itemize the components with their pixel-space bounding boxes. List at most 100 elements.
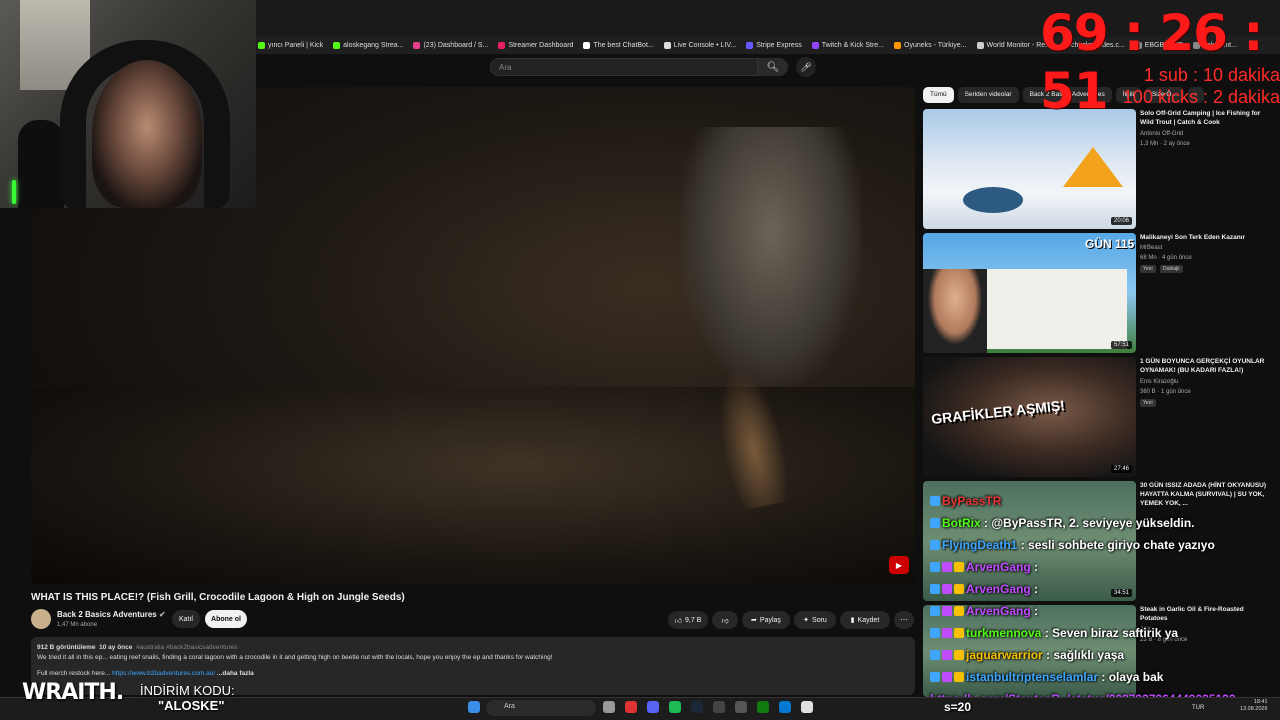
chat-badge-icon [954,672,964,682]
bookmark-item[interactable]: Live Console • LIV... [663,41,736,49]
channel-avatar[interactable] [31,609,51,629]
webcam-face [92,60,202,208]
recommended-title[interactable]: Malikaneyi Son Terk Eden Kazanır [1140,233,1270,242]
video-title: WHAT IS THIS PLACE!? (Fish Grill, Crocod… [31,592,405,603]
channel-name[interactable]: Back 2 Basics Adventures ✔ [57,610,166,619]
app-icon[interactable] [713,701,725,713]
chat-message: jaguarwarrior : sağlıklı yaşa [930,644,1280,666]
app-icon[interactable] [735,701,747,713]
chat-badge-icon [942,650,952,660]
new-badge: Yeni [1140,265,1156,273]
ask-button[interactable]: ✦ Soru [794,611,836,629]
windows-start-icon[interactable] [468,701,480,713]
search-icon: 🔍︎ [766,61,780,73]
bookmark-label: Twitch & Kick Stre... [821,41,885,49]
clock-time: 18:41 [1253,699,1268,705]
video-thumbnail[interactable]: 20:06 [923,109,1136,229]
chrome-icon[interactable] [801,701,813,713]
chat-text: : Seven biraz saftirik ya [1044,626,1179,640]
timer-rule-kicks: 100 kicks : 2 dakika [1122,87,1280,107]
bookmark-favicon-icon [258,41,265,49]
like-button[interactable]: 👍︎ 9,7 B [668,611,708,629]
subscriber-count: 1,47 Mn abone [57,622,98,628]
opera-icon[interactable] [625,701,637,713]
join-button[interactable]: Katıl [172,610,200,628]
recommended-channel[interactable]: MrBeast [1140,245,1162,251]
chat-badge-icon [930,628,940,638]
merch-link[interactable]: https://www.b2badventures.com.au/ [112,670,215,677]
webcam-led [12,180,16,204]
chat-badge-icon [930,496,940,506]
thumbnail-person [923,269,987,353]
chat-username[interactable]: ArvenGang [966,560,1031,574]
dislike-button[interactable]: 👎︎ [712,611,738,629]
chat-username[interactable]: turkmennova [966,626,1041,640]
thumbs-down-icon: 👎︎ [721,617,729,625]
description-text: We tried it all in this ep... eating ree… [37,654,553,661]
chat-badge-icon [942,584,952,594]
language-indicator[interactable]: TUR [1192,705,1204,711]
chat-badge-icon [930,518,940,528]
subscribe-button[interactable]: Abone ol [205,610,247,628]
chat-text: : [1034,604,1039,618]
save-button[interactable]: ▮ Kaydet [840,611,890,629]
chat-username[interactable]: ArvenGang [966,582,1031,596]
channel-watermark-icon[interactable]: ▶ [889,556,909,574]
spotify-icon[interactable] [669,701,681,713]
promo-code-overlay: İNDİRİM KODU: "ALOSKE" [140,683,235,713]
bookmark-favicon-icon [663,41,671,49]
bookmark-item[interactable]: Twitch & Kick Stre... [811,41,885,49]
chat-username[interactable]: jaguarwarrior [966,648,1043,662]
chat-username[interactable]: FlyingDeath1 [942,538,1017,552]
recommended-video[interactable]: 20:06 Solo Off-Grid Camping | Ice Fishin… [923,109,1273,229]
recommended-title[interactable]: 1 GÜN BOYUNCA GERÇEKÇİ OYUNLAR OYNAMAK! … [1140,357,1270,375]
recommended-channel[interactable]: Antonio Off-Grid [1140,131,1183,137]
chat-username[interactable]: istanbultriptenselamlar [966,670,1098,684]
video-thumbnail[interactable]: GÜN 115 57:51 [923,233,1136,353]
chat-text: : @ByPassTR, 2. seviyeye yükseldin. [984,516,1195,530]
search-input[interactable]: Ara [490,58,758,76]
bookmark-label: Stripe Express [756,41,802,49]
app-icon[interactable] [779,701,791,713]
hashtags[interactable]: #australia #back2basicsadventures [136,644,238,651]
xbox-icon[interactable] [757,701,769,713]
bookmark-label: yıncı Paneli | Kick [268,41,324,49]
dubbed-badge: Dublajlı [1160,265,1183,273]
chat-username[interactable]: ArvenGang [966,604,1031,618]
bookmark-item[interactable]: (23) Dashboard / S... [413,41,488,49]
chat-text: : [1034,560,1039,574]
steam-icon[interactable] [691,701,703,713]
filter-chip[interactable]: Seriden videolar [957,87,1019,103]
search-button[interactable]: 🔍︎ [758,58,788,76]
recommended-video[interactable]: GÜN 115 57:51 Malikaneyi Son Terk Eden K… [923,233,1273,353]
task-view-icon[interactable] [603,701,615,713]
new-badge: Yeni [1140,399,1156,407]
chat-message: FlyingDeath1 : sesli sohbete giriyo chat… [930,534,1280,556]
share-button[interactable]: ➦ Paylaş [742,611,790,629]
chat-username[interactable]: ByPassTR [942,494,1001,508]
taskbar-clock[interactable]: 18:41 13.08.2026 [1240,699,1268,713]
sparkle-icon: ✦ [803,617,810,624]
show-more-link[interactable]: ...daha fazla [217,670,254,677]
voice-search-button[interactable]: 🎤︎ [796,57,816,77]
bookmark-item[interactable]: yıncı Paneli | Kick [258,41,324,49]
bookmark-favicon-icon [498,41,506,49]
recommended-video[interactable]: GRAFİKLER AŞMIŞ! 27:46 1 GÜN BOYUNCA GER… [923,357,1273,477]
taskbar-search[interactable]: Ara [486,700,596,716]
bookmark-item[interactable]: Stripe Express [746,41,802,49]
bookmark-label: The best ChatBot... [593,41,654,49]
bookmark-item[interactable]: The best ChatBot... [583,41,654,49]
video-thumbnail[interactable]: GRAFİKLER AŞMIŞ! 27:46 [923,357,1136,477]
duration-badge: 27:46 [1110,465,1132,473]
bookmark-item[interactable]: aloskegang Strea... [333,41,403,49]
bookmark-item[interactable]: Streamer Dashboard [498,41,573,49]
discord-icon[interactable] [647,701,659,713]
filter-chip[interactable]: Tümü [923,87,954,103]
thumbs-up-icon: 👍︎ [674,617,682,625]
bookmark-favicon-icon [811,41,819,49]
chat-username[interactable]: BotRix [942,516,981,530]
promo-label: İNDİRİM KODU: [140,683,235,698]
more-options-button[interactable]: ⋯ [894,611,914,629]
bookmark-item[interactable]: Oyuneks - Türkiye... [894,41,967,49]
recommended-channel[interactable]: Enis Kirazoğlu [1140,379,1178,385]
